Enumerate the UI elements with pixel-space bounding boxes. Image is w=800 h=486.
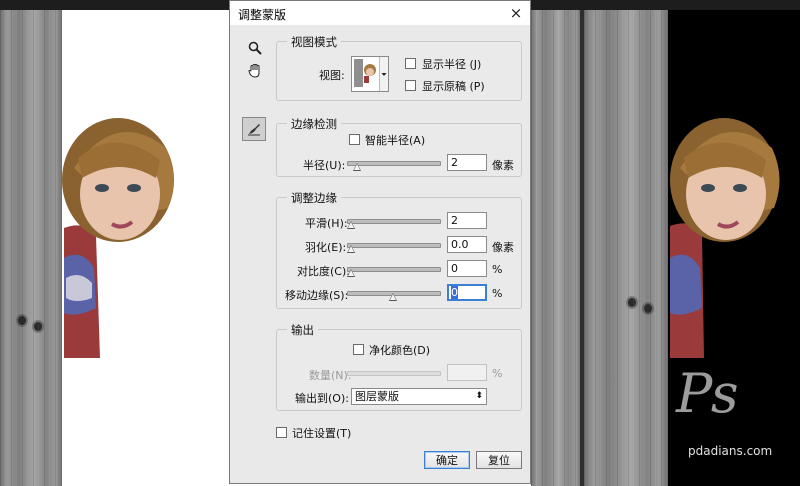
remember-settings-label: 记住设置(T) bbox=[292, 427, 352, 440]
smooth-label: 平滑(H): bbox=[305, 217, 348, 230]
radius-input[interactable]: 2 bbox=[447, 154, 487, 171]
output-to-select[interactable]: 图层蒙版 ⬍ bbox=[351, 388, 487, 405]
smooth-slider-thumb[interactable] bbox=[347, 221, 355, 229]
contrast-input[interactable]: 0 bbox=[447, 260, 487, 277]
amount-unit: % bbox=[492, 367, 503, 380]
shift-edge-value: 0 bbox=[451, 286, 458, 299]
feather-unit: 像素 bbox=[492, 241, 514, 254]
show-radius-label: 显示半径 (J) bbox=[422, 58, 482, 71]
feather-input[interactable]: 0.0 bbox=[447, 236, 487, 253]
boy-cutout-left bbox=[62, 118, 174, 358]
edge-detection-title: 边缘检测 bbox=[287, 116, 341, 132]
shift-edge-input[interactable]: 0 bbox=[447, 284, 487, 301]
output-to-value: 图层蒙版 bbox=[355, 390, 399, 403]
smooth-slider-track[interactable] bbox=[347, 219, 441, 224]
view-thumbnail-picker[interactable] bbox=[351, 56, 389, 92]
show-radius-checkbox[interactable] bbox=[405, 58, 416, 69]
radius-slider-track[interactable] bbox=[347, 161, 441, 166]
dialog-titlebar[interactable]: 调整蒙版 × bbox=[230, 1, 530, 25]
dialog-title: 调整蒙版 bbox=[238, 8, 287, 22]
shift-edge-unit: % bbox=[492, 287, 503, 300]
decontaminate-checkbox[interactable] bbox=[353, 344, 364, 355]
radius-slider-thumb[interactable] bbox=[353, 163, 361, 171]
radius-unit: 像素 bbox=[492, 159, 514, 172]
contrast-label: 对比度(C): bbox=[297, 265, 350, 278]
wood-plank-2 bbox=[584, 10, 668, 486]
ok-button[interactable]: 确定 bbox=[424, 451, 470, 469]
contrast-slider-track[interactable] bbox=[347, 267, 441, 272]
watermark-logo: Ps bbox=[676, 362, 739, 425]
close-icon[interactable]: × bbox=[506, 3, 526, 23]
amount-slider-track bbox=[347, 371, 441, 376]
adjust-edge-group: 调整边缘 平滑(H): 2 羽化(E): 0.0 像素 对比度(C): 0 % … bbox=[276, 190, 522, 309]
edge-detection-group: 边缘检测 智能半径(A) 半径(U): 2 像素 bbox=[276, 116, 522, 177]
view-label: 视图: bbox=[319, 69, 345, 82]
contrast-unit: % bbox=[492, 263, 503, 276]
contrast-slider-thumb[interactable] bbox=[347, 269, 355, 277]
radius-label: 半径(U): bbox=[303, 159, 346, 172]
output-title: 输出 bbox=[287, 322, 318, 338]
shift-edge-slider-thumb[interactable] bbox=[389, 293, 397, 301]
view-mode-title: 视图模式 bbox=[287, 34, 341, 50]
adjust-edge-title: 调整边缘 bbox=[287, 190, 341, 206]
output-group: 输出 净化颜色(D) 数量(N): % 输出到(O): 图层蒙版 ⬍ bbox=[276, 322, 522, 411]
hand-icon[interactable] bbox=[244, 59, 266, 81]
boy-cutout-right bbox=[670, 118, 780, 358]
output-to-label: 输出到(O): bbox=[295, 392, 349, 405]
left-wood-plank bbox=[0, 10, 62, 486]
refine-mask-dialog: 调整蒙版 × 视图模式 视图: 显示半径 (J) 显示原稿 (P) 边缘检测 智… bbox=[229, 0, 531, 484]
remember-settings-checkbox[interactable] bbox=[276, 427, 287, 438]
smart-radius-label: 智能半径(A) bbox=[365, 134, 426, 147]
show-original-label: 显示原稿 (P) bbox=[422, 80, 485, 93]
smart-radius-checkbox[interactable] bbox=[349, 134, 360, 145]
wood-plank-1 bbox=[531, 10, 581, 486]
refine-radius-brush-icon[interactable] bbox=[242, 117, 266, 141]
reset-button[interactable]: 复位 bbox=[476, 451, 522, 469]
feather-label: 羽化(E): bbox=[305, 241, 347, 254]
dialog-body: 视图模式 视图: 显示半径 (J) 显示原稿 (P) 边缘检测 智能半径(A) … bbox=[230, 25, 530, 483]
view-mode-group: 视图模式 视图: 显示半径 (J) 显示原稿 (P) bbox=[276, 34, 522, 101]
amount-label: 数量(N): bbox=[309, 369, 352, 382]
decontaminate-label: 净化颜色(D) bbox=[369, 344, 431, 357]
feather-slider-track[interactable] bbox=[347, 243, 441, 248]
smooth-input[interactable]: 2 bbox=[447, 212, 487, 229]
watermark-url: pdadians.com bbox=[688, 444, 773, 458]
show-original-checkbox[interactable] bbox=[405, 80, 416, 91]
zoom-icon[interactable] bbox=[244, 37, 266, 59]
feather-slider-thumb[interactable] bbox=[347, 245, 355, 253]
dropdown-arrow-icon[interactable] bbox=[379, 57, 388, 91]
shift-edge-label: 移动边缘(S): bbox=[285, 289, 349, 302]
amount-input bbox=[447, 364, 487, 381]
select-arrow-icon: ⬍ bbox=[475, 391, 483, 401]
